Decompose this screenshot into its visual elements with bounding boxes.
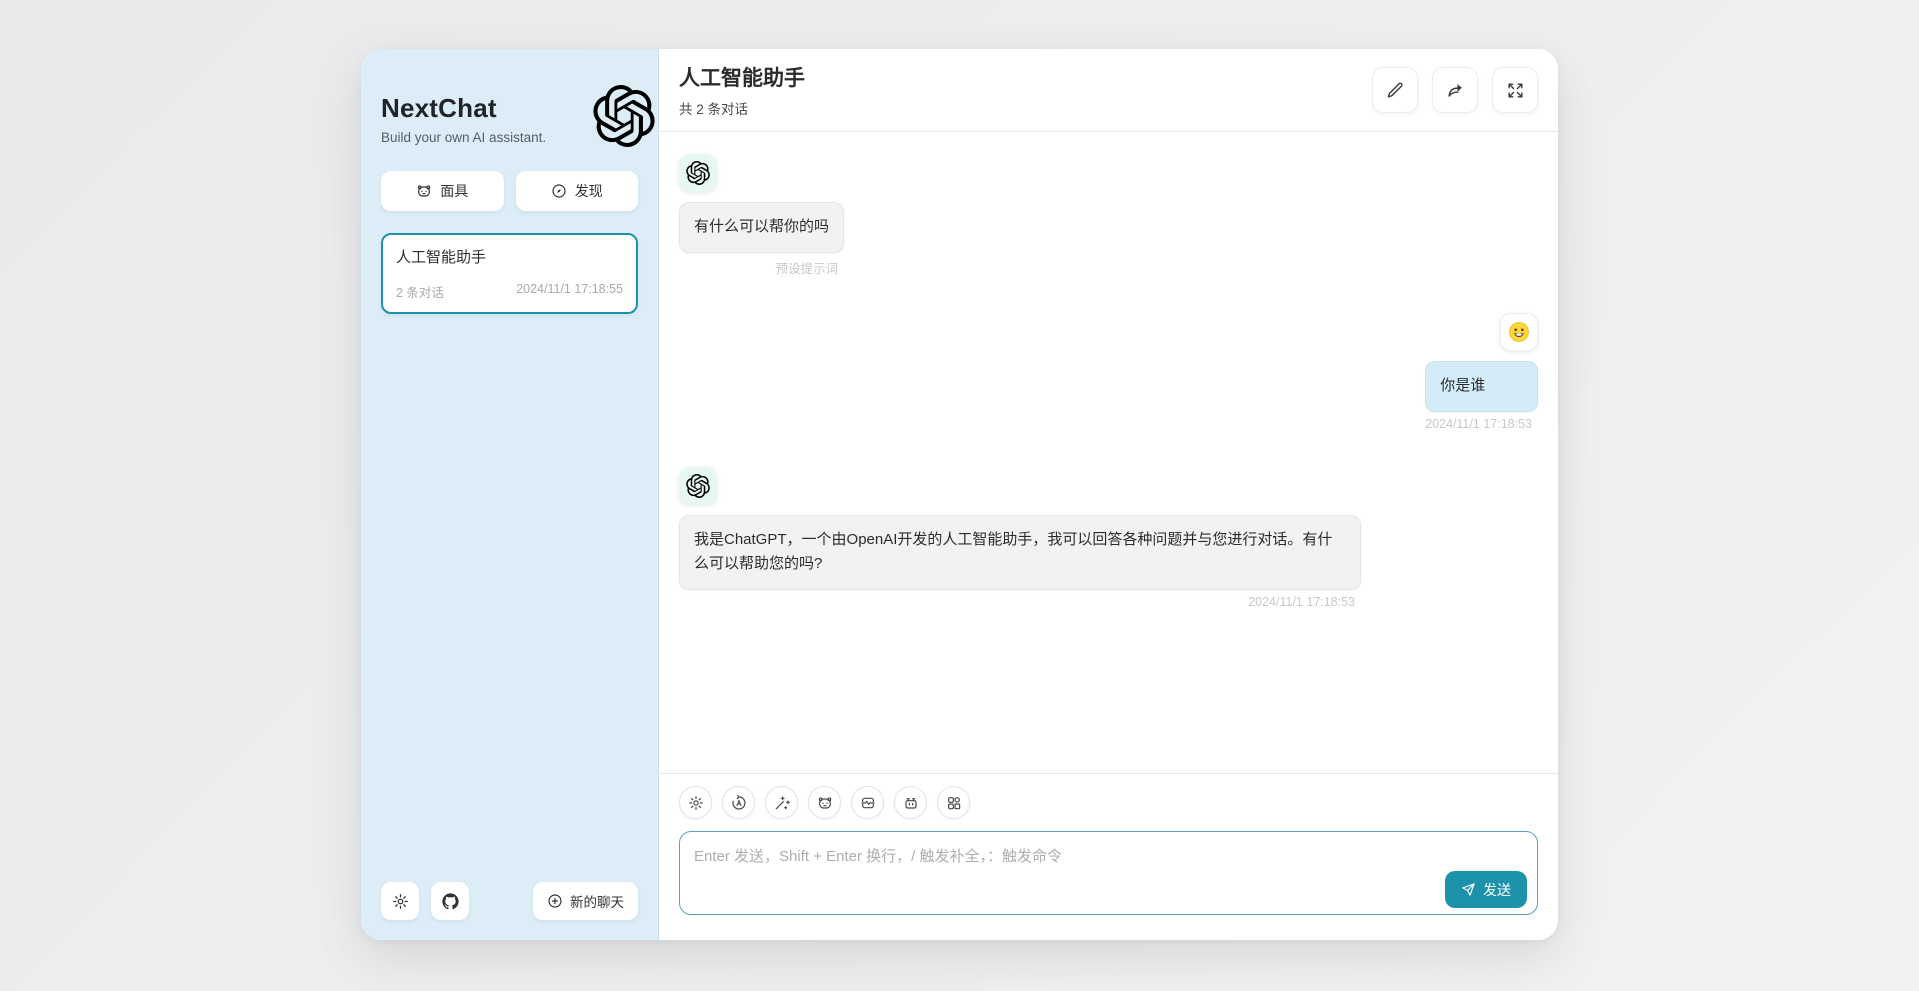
- plugins-icon: [946, 795, 962, 811]
- masks-button-label: 面具: [440, 181, 468, 201]
- model-icon: [903, 795, 919, 811]
- sidebar: NextChat Build your own AI assistant. 面具…: [361, 49, 659, 940]
- app-title: NextChat: [381, 93, 638, 124]
- masks-button[interactable]: 面具: [381, 171, 504, 211]
- prompts-button[interactable]: [765, 786, 798, 819]
- chat-header-actions: [1372, 67, 1538, 113]
- github-button[interactable]: [431, 882, 469, 920]
- message-group: 你是谁 2024/11/1 17:18:53: [1425, 361, 1538, 431]
- settings-button[interactable]: [381, 882, 419, 920]
- nextchat-window: NextChat Build your own AI assistant. 面具…: [361, 49, 1558, 940]
- share-icon: [1446, 81, 1465, 100]
- send-button[interactable]: 发送: [1445, 871, 1527, 908]
- github-icon: [442, 893, 459, 910]
- fullscreen-icon: [1506, 81, 1525, 100]
- chat-settings-button[interactable]: [679, 786, 712, 819]
- mask-icon: [416, 183, 432, 199]
- avatar: [679, 467, 717, 505]
- message-timestamp: 2024/11/1 17:18:53: [1248, 595, 1361, 609]
- edit-icon: [1386, 81, 1405, 100]
- message-group: 有什么可以帮你的吗 预设提示词: [679, 202, 844, 277]
- chat-list-item-selected[interactable]: 人工智能助手 2 条对话 2024/11/1 17:18:55: [381, 233, 638, 314]
- message-bubble: 有什么可以帮你的吗: [679, 202, 844, 253]
- chat-title[interactable]: 人工智能助手: [679, 62, 805, 92]
- discover-button-label: 发现: [575, 181, 603, 201]
- sidebar-nav: 面具 发现: [381, 171, 638, 211]
- chat-item-meta: 2 条对话 2024/11/1 17:18:55: [396, 282, 623, 301]
- message-bubble: 你是谁: [1425, 361, 1538, 412]
- smiley-emoji-icon: [1507, 320, 1531, 344]
- clear-context-icon: [860, 795, 876, 811]
- message-timestamp: 2024/11/1 17:18:53: [1425, 417, 1538, 431]
- masks-shortcut-button[interactable]: [808, 786, 841, 819]
- chatgpt-logo-icon: [686, 161, 710, 185]
- sidebar-footer: 新的聊天: [381, 882, 638, 920]
- discover-button[interactable]: 发现: [516, 171, 639, 211]
- chat-subtitle: 共 2 条对话: [679, 98, 805, 118]
- composer-toolbar: [679, 786, 1538, 819]
- chat-item-time: 2024/11/1 17:18:55: [516, 282, 623, 301]
- theme-toggle-button[interactable]: [722, 786, 755, 819]
- avatar: [679, 154, 717, 192]
- user-message: 你是谁 2024/11/1 17:18:53: [679, 313, 1538, 431]
- message-bubble: 我是ChatGPT，一个由OpenAI开发的人工智能助手，我可以回答各种问题并与…: [679, 515, 1361, 591]
- chat-panel: 人工智能助手 共 2 条对话: [659, 49, 1558, 940]
- message-note: 预设提示词: [776, 258, 845, 277]
- settings-icon: [688, 795, 704, 811]
- message-group: 我是ChatGPT，一个由OpenAI开发的人工智能助手，我可以回答各种问题并与…: [679, 515, 1361, 610]
- send-icon: [1461, 882, 1476, 897]
- theme-icon: [731, 795, 747, 811]
- prompts-icon: [774, 795, 790, 811]
- rename-button[interactable]: [1372, 67, 1418, 113]
- app-subtitle: Build your own AI assistant.: [381, 130, 638, 145]
- model-select-button[interactable]: [894, 786, 927, 819]
- message-input[interactable]: [679, 831, 1538, 915]
- sidebar-header: NextChat Build your own AI assistant.: [381, 93, 638, 145]
- chat-header: 人工智能助手 共 2 条对话: [659, 49, 1558, 132]
- clear-context-button[interactable]: [851, 786, 884, 819]
- composer: 发送: [659, 773, 1558, 940]
- chatgpt-logo-icon: [686, 474, 710, 498]
- discover-icon: [551, 183, 567, 199]
- chat-item-title: 人工智能助手: [396, 246, 623, 267]
- new-chat-button[interactable]: 新的聊天: [533, 882, 638, 920]
- plugins-button[interactable]: [937, 786, 970, 819]
- add-circle-icon: [547, 893, 563, 909]
- message-list[interactable]: 有什么可以帮你的吗 预设提示词 你是谁 2024/11/1 17:18:53: [659, 132, 1558, 773]
- new-chat-label: 新的聊天: [570, 891, 624, 911]
- input-area: 发送: [679, 831, 1538, 920]
- mask-icon: [817, 795, 833, 811]
- fullscreen-button[interactable]: [1492, 67, 1538, 113]
- share-button[interactable]: [1432, 67, 1478, 113]
- assistant-message: 我是ChatGPT，一个由OpenAI开发的人工智能助手，我可以回答各种问题并与…: [679, 467, 1538, 610]
- settings-icon: [392, 893, 409, 910]
- chat-item-count: 2 条对话: [396, 282, 444, 301]
- send-button-label: 发送: [1483, 880, 1511, 900]
- avatar: [1500, 313, 1538, 351]
- assistant-message: 有什么可以帮你的吗 预设提示词: [679, 154, 1538, 277]
- chat-header-text: 人工智能助手 共 2 条对话: [679, 62, 805, 118]
